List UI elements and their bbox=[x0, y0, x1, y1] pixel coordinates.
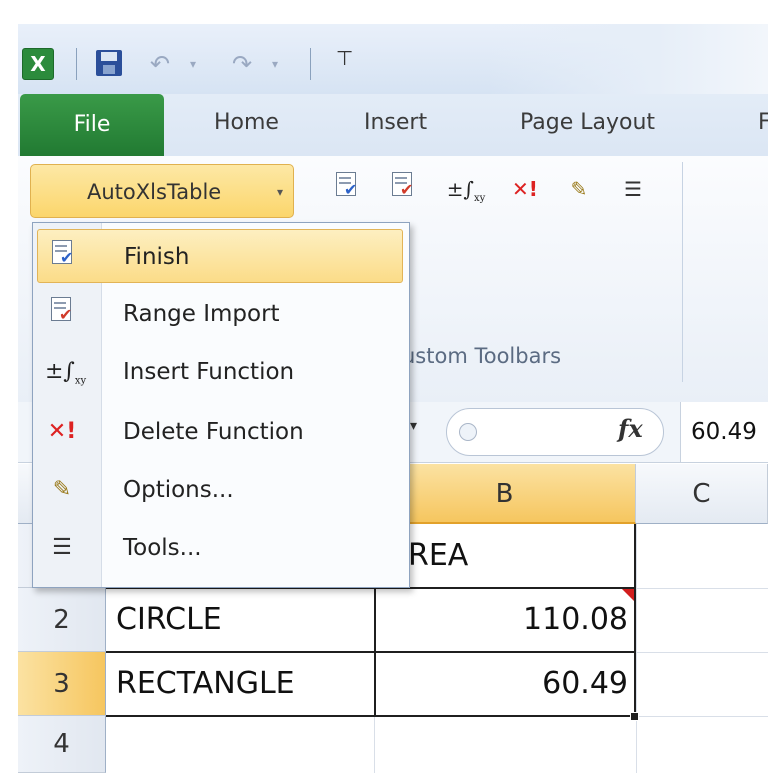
menu-item-label: Options... bbox=[123, 477, 234, 503]
chevron-down-icon[interactable]: ▾ bbox=[277, 165, 283, 219]
menu-item-label: Tools... bbox=[123, 535, 202, 561]
menu-item-options[interactable]: ✎ Options... bbox=[37, 463, 403, 517]
menu-item-label: Delete Function bbox=[123, 419, 304, 445]
menu-item-range-import[interactable]: ✔ Range Import bbox=[37, 287, 403, 341]
menu-item-label: Range Import bbox=[123, 301, 280, 327]
menu-item-delete-function[interactable]: ✕! Delete Function bbox=[37, 405, 403, 459]
redo-dropdown-icon[interactable]: ▾ bbox=[272, 48, 278, 80]
insert-function-icon: ±∫xy bbox=[45, 359, 87, 387]
quick-access-toolbar bbox=[18, 24, 768, 94]
tab-page-layout[interactable]: Page Layout bbox=[520, 110, 655, 135]
toolbar-separator bbox=[310, 48, 311, 80]
delete-function-icon[interactable]: ✕! bbox=[510, 172, 540, 206]
expand-circle-icon[interactable] bbox=[459, 423, 477, 441]
insert-function-fx-icon[interactable]: fx bbox=[618, 414, 643, 443]
title-bar-glow bbox=[488, 24, 768, 94]
column-header-c[interactable]: C bbox=[636, 464, 768, 524]
autoxlstable-menu: ✔ Finish ✔ Range Import ±∫xy Insert Func… bbox=[32, 222, 410, 588]
undo-dropdown-icon[interactable]: ▾ bbox=[190, 48, 196, 80]
excel-window: X ↶ ▾ ↷ ▾ ⊤ File Home Insert Page Layout… bbox=[18, 24, 768, 773]
row-header-3[interactable]: 3 bbox=[18, 652, 106, 716]
toolbar-separator bbox=[76, 48, 77, 80]
finish-icon: ✔ bbox=[46, 240, 80, 274]
menu-item-finish[interactable]: ✔ Finish bbox=[37, 229, 403, 283]
tools-icon[interactable]: ☰ bbox=[618, 172, 648, 206]
comment-indicator-icon[interactable] bbox=[622, 589, 634, 601]
row-header-4[interactable]: 4 bbox=[18, 716, 106, 773]
column-header-b[interactable]: B bbox=[374, 464, 636, 524]
menu-item-insert-function[interactable]: ±∫xy Insert Function bbox=[37, 345, 403, 399]
delete-function-icon: ✕! bbox=[47, 419, 77, 444]
cell-b4[interactable] bbox=[374, 716, 636, 773]
name-box-dropdown-icon[interactable]: ▾ bbox=[410, 418, 417, 434]
options-icon: ✎ bbox=[52, 477, 72, 502]
undo-icon[interactable]: ↶ bbox=[150, 48, 170, 80]
redo-icon[interactable]: ↷ bbox=[232, 48, 252, 80]
fill-handle[interactable] bbox=[630, 712, 639, 721]
range-import-icon[interactable]: ✔ bbox=[388, 172, 418, 206]
tab-formulas-partial[interactable]: F bbox=[758, 110, 768, 135]
cell-b1[interactable]: REA bbox=[400, 524, 632, 588]
cell-b2[interactable]: 110.08 bbox=[374, 588, 628, 652]
tab-home[interactable]: Home bbox=[214, 110, 279, 135]
finish-icon[interactable]: ✔ bbox=[332, 172, 362, 206]
cell-a4[interactable] bbox=[106, 716, 374, 773]
tab-insert[interactable]: Insert bbox=[364, 110, 427, 135]
gridline bbox=[636, 524, 637, 773]
save-icon[interactable] bbox=[96, 48, 124, 80]
menu-item-tools[interactable]: ☰ Tools... bbox=[37, 521, 403, 575]
cell-a3[interactable]: RECTANGLE bbox=[106, 652, 374, 716]
tools-icon: ☰ bbox=[52, 535, 72, 560]
row-header-2[interactable]: 2 bbox=[18, 588, 106, 652]
ribbon-group-separator bbox=[682, 162, 683, 382]
formula-input[interactable]: 60.49 bbox=[680, 402, 768, 462]
group-label-custom-toolbars: ustom Toolbars bbox=[402, 344, 562, 368]
tab-file[interactable]: File bbox=[20, 94, 164, 156]
menu-item-label: Finish bbox=[124, 244, 190, 270]
autoxlstable-label: AutoXlsTable bbox=[87, 180, 222, 204]
menu-item-label: Insert Function bbox=[123, 359, 295, 385]
autoxlstable-split-button[interactable]: AutoXlsTable ▾ bbox=[30, 164, 294, 218]
customize-toolbar-icon[interactable]: ⊤ bbox=[336, 46, 353, 70]
cell-a2[interactable]: CIRCLE bbox=[106, 588, 374, 652]
range-import-icon: ✔ bbox=[45, 297, 79, 331]
excel-logo-icon[interactable]: X bbox=[22, 48, 54, 80]
active-cell-selection bbox=[374, 651, 636, 717]
insert-function-icon[interactable]: ±∫xy bbox=[444, 172, 488, 206]
options-icon[interactable]: ✎ bbox=[564, 172, 594, 206]
